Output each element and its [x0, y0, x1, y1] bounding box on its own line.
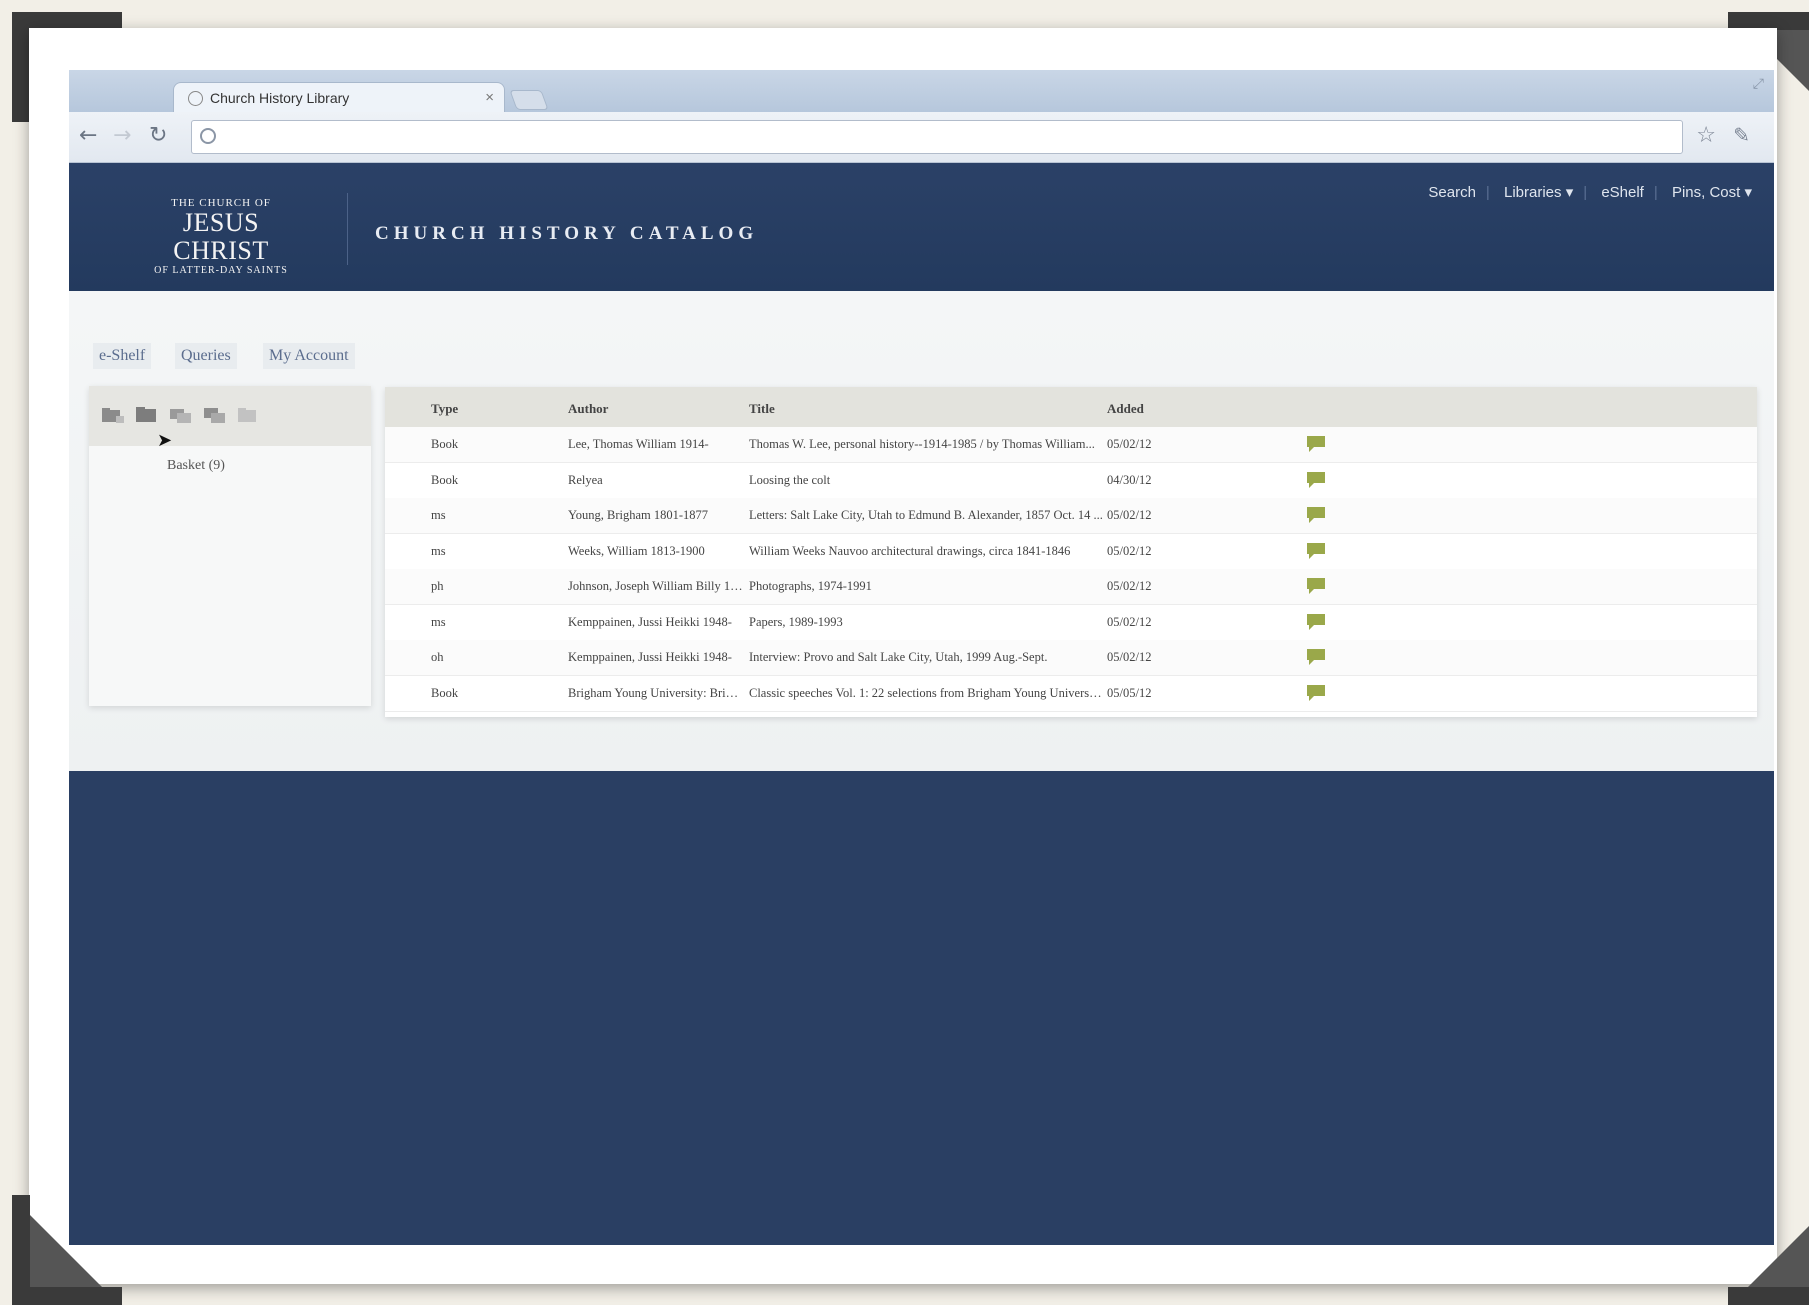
eshelf-sidebar: ➤ Basket (9)	[89, 386, 371, 706]
page-info-icon	[200, 128, 216, 144]
column-header-title[interactable]: Title	[749, 401, 775, 417]
comment-bubble-icon[interactable]	[1305, 612, 1327, 632]
site-header: THE CHURCH OF JESUS CHRIST OF LATTER-DAY…	[69, 163, 1774, 291]
tab-queries[interactable]: Queries	[175, 343, 237, 369]
browser-toolbar: ← → ↻ ☆ ✎	[69, 112, 1774, 163]
cell-title[interactable]: Photographs, 1974-1991	[749, 579, 1103, 594]
table-row[interactable]: ph Johnson, Joseph William Billy 19... Pho…	[385, 569, 1757, 605]
tab-title: Church History Library	[210, 90, 350, 106]
column-header-author[interactable]: Author	[568, 401, 608, 417]
comment-bubble-icon[interactable]	[1305, 470, 1327, 490]
cell-type: Book	[431, 472, 459, 487]
cell-added: 05/02/12	[1107, 614, 1152, 629]
comment-bubble-icon[interactable]	[1305, 541, 1327, 561]
column-header-added[interactable]: Added	[1107, 401, 1144, 417]
table-row[interactable]: ms Young, Brigham 1801-1877 Letters: Salt …	[385, 498, 1757, 534]
new-folder-icon[interactable]	[101, 406, 125, 424]
cell-author: Lee, Thomas William 1914-	[568, 437, 709, 451]
cell-title[interactable]: William Weeks Nauvoo architectural drawi…	[749, 544, 1103, 559]
cell-type: ms	[431, 508, 446, 522]
cell-added: 05/02/12	[1107, 650, 1152, 664]
cell-author: Weeks, William 1813-1900	[568, 543, 705, 558]
comment-bubble-icon[interactable]	[1305, 647, 1327, 667]
forward-arrow-icon[interactable]: →	[113, 124, 131, 148]
cell-type: Book	[431, 437, 459, 451]
address-bar[interactable]: ☆ ✎	[191, 120, 1750, 154]
cell-type: ph	[431, 579, 444, 593]
comment-bubble-icon[interactable]	[1305, 576, 1327, 596]
bookmark-star-icon[interactable]: ☆	[1696, 123, 1716, 148]
open-folder-icon[interactable]	[135, 406, 159, 424]
browser-window: Church History Library × ⤢ ← → ↻ ☆ ✎ THE…	[69, 70, 1774, 1245]
window-resize-icon[interactable]: ⤢	[1753, 76, 1764, 92]
table-row[interactable]: ms Weeks, William 1813-1900 William Weeks …	[385, 534, 1757, 570]
cell-added: 05/02/12	[1107, 579, 1152, 593]
close-tab-icon[interactable]: ×	[485, 89, 494, 106]
reload-icon[interactable]: ↻	[149, 124, 167, 148]
table-row[interactable]: Book Lee, Thomas William 1914- Thomas W. L…	[385, 427, 1757, 463]
tab-my-account[interactable]: My Account	[263, 343, 355, 369]
mouse-cursor-icon: ➤	[157, 430, 173, 451]
cell-author: Kemppainen, Jussi Heikki 1948-	[568, 650, 732, 664]
cell-author: Young, Brigham 1801-1877	[568, 508, 709, 522]
cell-type: oh	[431, 650, 444, 664]
table-row[interactable]: Book Relyea Loosing the colt 04/30/12	[385, 463, 1757, 499]
cell-title[interactable]: Classic speeches Vol. 1: 22 selections f…	[749, 686, 1103, 701]
folder-toolbar	[89, 386, 371, 446]
new-tab-button[interactable]	[509, 90, 549, 110]
cell-added: 05/02/12	[1107, 508, 1152, 522]
wrench-menu-icon[interactable]: ✎	[1733, 123, 1750, 147]
cell-added: 05/02/12	[1107, 437, 1152, 451]
cell-added: 05/05/12	[1107, 685, 1152, 700]
church-logo[interactable]: THE CHURCH OF JESUS CHRIST OF LATTER-DAY…	[141, 197, 301, 276]
table-row[interactable]: ms Kemppainen, Jussi Heikki 1948- Papers, …	[385, 605, 1757, 641]
catalog-title: CHURCH HISTORY CATALOG	[375, 223, 759, 244]
cell-title[interactable]: Letters: Salt Lake City, Utah to Edmund …	[749, 508, 1103, 523]
comment-bubble-icon[interactable]	[1305, 683, 1327, 703]
browser-tab[interactable]: Church History Library ×	[173, 82, 505, 113]
comment-bubble-icon[interactable]	[1305, 505, 1327, 525]
nav-search[interactable]: Search	[1428, 184, 1476, 201]
copy-folder-icon[interactable]	[169, 406, 193, 424]
cell-author: Johnson, Joseph William Billy 19...	[568, 579, 744, 593]
column-header-type[interactable]: Type	[431, 401, 458, 417]
cell-author: Kemppainen, Jussi Heikki 1948-	[568, 614, 732, 629]
comment-bubble-icon[interactable]	[1305, 434, 1327, 454]
table-row[interactable]: Book Brigham Young University: Brigh... Cl…	[385, 676, 1757, 712]
cell-type: Book	[431, 685, 459, 700]
cell-title[interactable]: Loosing the colt	[749, 473, 1103, 488]
nav-eshelf[interactable]: eShelf	[1601, 184, 1644, 201]
cell-added: 04/30/12	[1107, 472, 1152, 487]
header-divider	[347, 193, 348, 265]
top-navigation: Search | Libraries ▾ | eShelf | Pins, Cost …	[1428, 184, 1752, 201]
results-table: Type Author Title Added Book Lee, Thomas …	[385, 387, 1757, 717]
table-row[interactable]: oh Kemppainen, Jussi Heikki 1948- Intervie…	[385, 640, 1757, 676]
page-favicon-icon	[188, 91, 203, 106]
delete-folder-icon[interactable]	[237, 406, 261, 424]
tab-eshelf[interactable]: e-Shelf	[93, 343, 152, 369]
cell-type: ms	[431, 614, 446, 629]
cell-title[interactable]: Interview: Provo and Salt Lake City, Uta…	[749, 650, 1103, 665]
cell-type: ms	[431, 543, 446, 558]
nav-libraries[interactable]: Libraries ▾	[1504, 184, 1573, 201]
main-content: e-Shelf Queries My Account ➤ Basket (9) …	[69, 291, 1774, 771]
cell-title[interactable]: Papers, 1989-1993	[749, 615, 1103, 630]
basket-folder[interactable]: Basket (9)	[167, 458, 225, 474]
cell-title[interactable]: Thomas W. Lee, personal history--1914-19…	[749, 437, 1103, 452]
nav-user-menu[interactable]: Pins, Cost ▾	[1672, 184, 1752, 201]
cell-author: Relyea	[568, 472, 603, 487]
cell-author: Brigham Young University: Brigh...	[568, 685, 744, 700]
back-arrow-icon[interactable]: ←	[79, 124, 97, 148]
table-header: Type Author Title Added	[385, 387, 1757, 427]
cell-added: 05/02/12	[1107, 543, 1152, 558]
move-folder-icon[interactable]	[203, 406, 227, 424]
tab-strip: Church History Library × ⤢	[69, 70, 1774, 113]
